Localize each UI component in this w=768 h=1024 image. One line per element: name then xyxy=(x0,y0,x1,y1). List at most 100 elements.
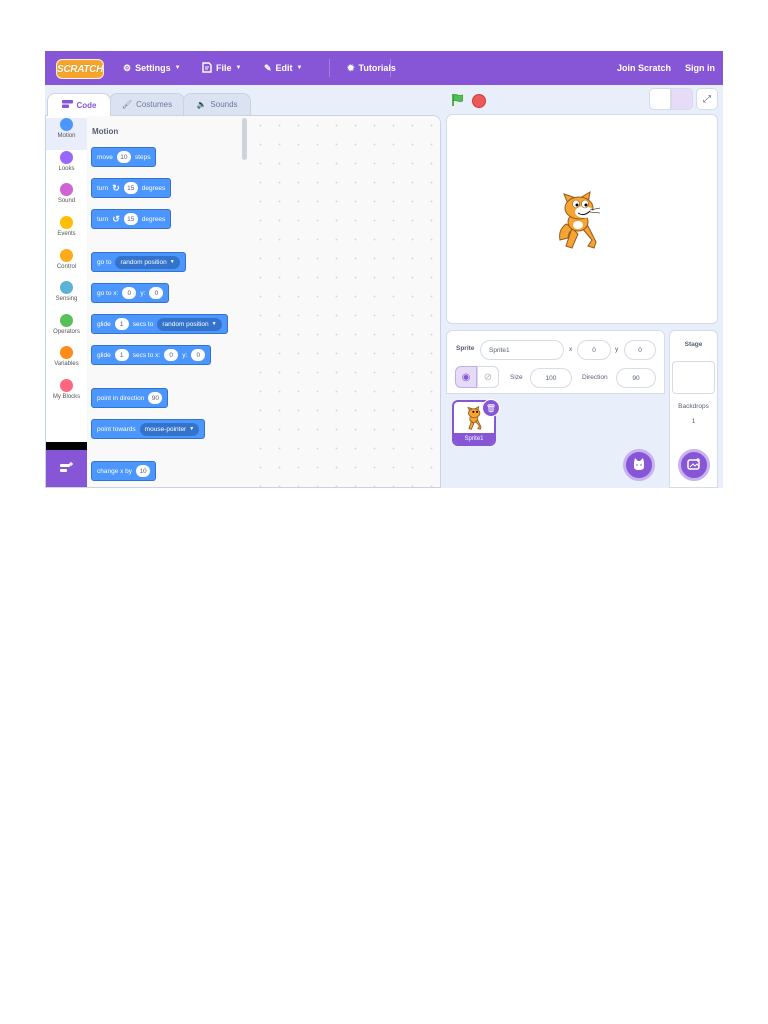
sign-in-link[interactable]: Sign in xyxy=(685,51,715,85)
cat-sprite[interactable] xyxy=(552,188,610,252)
block-text: secs to x: xyxy=(132,351,161,359)
y-input[interactable]: 0 xyxy=(149,287,164,299)
block-glide-to[interactable]: glide 1 secs to random position ▼ xyxy=(91,314,228,334)
sprite-thumbnail-name: Sprite1 xyxy=(454,433,494,444)
tab-code-label: Code xyxy=(76,100,97,110)
dropdown-value: random position xyxy=(120,258,167,266)
cat-add-icon xyxy=(632,457,646,474)
lightbulb-icon: ✹ xyxy=(347,62,355,73)
category-sound[interactable]: Sound xyxy=(46,183,87,215)
block-glide-to-xy[interactable]: glide 1 secs to x: 0 y: 0 xyxy=(91,345,212,365)
degrees-input[interactable]: 15 xyxy=(123,213,138,225)
direction-input[interactable]: 90 xyxy=(148,392,163,404)
backdrop-add-icon xyxy=(687,457,701,473)
choose-backdrop-button[interactable] xyxy=(678,449,710,481)
secs-input[interactable]: 1 xyxy=(114,349,129,361)
palette-scrollbar[interactable] xyxy=(242,118,247,160)
x-label: x xyxy=(569,346,573,353)
category-events[interactable]: Events xyxy=(46,216,87,248)
block-point-towards[interactable]: point towards mouse-pointer ▼ xyxy=(91,419,206,439)
show-sprite-button[interactable]: ◉ xyxy=(455,366,477,388)
join-scratch-link[interactable]: Join Scratch xyxy=(617,51,671,85)
x-input[interactable]: 0 xyxy=(122,287,137,299)
category-label: My Blocks xyxy=(52,394,81,400)
category-looks[interactable]: Looks xyxy=(46,151,87,183)
x-position-input[interactable]: 0 xyxy=(577,340,611,360)
add-extension-button[interactable] xyxy=(46,450,87,487)
file-menu[interactable]: File ▼ xyxy=(202,51,241,85)
glide-target-dropdown[interactable]: random position ▼ xyxy=(157,317,222,331)
brush-icon: 🖌 xyxy=(121,100,133,109)
sprite-name-label: Sprite xyxy=(456,345,475,352)
secs-input[interactable]: 1 xyxy=(114,318,129,330)
stop-button[interactable] xyxy=(472,94,486,108)
backdrops-label: Backdrops xyxy=(678,403,709,410)
stage-backdrop-thumbnail[interactable] xyxy=(672,361,715,394)
category-sensing[interactable]: Sensing xyxy=(46,281,87,313)
large-stage-button[interactable] xyxy=(671,88,693,110)
category-motion[interactable]: Motion xyxy=(46,118,87,150)
x-input[interactable]: 0 xyxy=(164,349,179,361)
steps-input[interactable]: 10 xyxy=(116,151,131,163)
category-label: Control xyxy=(56,264,77,270)
script-area[interactable] xyxy=(251,116,440,487)
sound-dot xyxy=(60,183,73,196)
category-operators[interactable]: Operators xyxy=(46,314,87,346)
block-text: go to x: xyxy=(97,289,119,297)
block-go-to-xy[interactable]: go to x: 0 y: 0 xyxy=(91,283,170,303)
category-label: Operators xyxy=(53,329,80,335)
choose-sprite-button[interactable] xyxy=(623,449,655,481)
sprite-info: Sprite Sprite1 x 0 y 0 ◉ ⊘ Size 100 Dire… xyxy=(446,330,665,394)
y-input[interactable]: 0 xyxy=(191,349,206,361)
tutorials-button[interactable]: ✹ Tutorials xyxy=(347,51,396,85)
palette-heading: Motion xyxy=(92,127,119,136)
block-go-to[interactable]: go to random position ▼ xyxy=(91,252,186,272)
block-text: turn xyxy=(97,184,109,192)
category-my-blocks[interactable]: My Blocks xyxy=(46,379,87,411)
green-flag-icon xyxy=(452,94,463,106)
hide-sprite-button[interactable]: ⊘ xyxy=(477,366,499,388)
block-text: point in direction xyxy=(97,394,145,402)
my-blocks-dot xyxy=(60,379,73,392)
control-dot xyxy=(60,249,73,262)
edit-label: Edit xyxy=(275,63,293,73)
direction-input[interactable]: 90 xyxy=(616,368,656,388)
direction-label: Direction xyxy=(582,374,608,381)
block-turn-right[interactable]: turn ↻ 15 degrees xyxy=(91,178,172,198)
size-label: Size xyxy=(510,374,523,381)
category-menu: Motion Looks Sound Events Control Sensin… xyxy=(46,116,88,487)
block-change-x[interactable]: change x by 10 xyxy=(91,461,157,481)
menu-bar: SCRATCH ⚙ Settings ▼ File ▼ ✎ Edit ▼ ✹ T… xyxy=(45,51,723,85)
block-text: steps xyxy=(134,153,151,161)
settings-menu[interactable]: ⚙ Settings ▼ xyxy=(123,51,181,85)
dropdown-value: random position xyxy=(162,320,209,328)
category-label: Events xyxy=(57,231,76,237)
delete-sprite-button[interactable]: 🗑 xyxy=(482,399,500,417)
menu-divider xyxy=(329,59,330,77)
block-point-in-direction[interactable]: point in direction 90 xyxy=(91,388,169,408)
block-turn-left[interactable]: turn ↺ 15 degrees xyxy=(91,209,172,229)
sprite-name-input[interactable]: Sprite1 xyxy=(480,340,564,360)
tab-code[interactable]: Code xyxy=(47,93,111,116)
change-x-input[interactable]: 10 xyxy=(136,465,151,477)
small-stage-button[interactable] xyxy=(649,88,671,110)
tab-costumes[interactable]: 🖌 Costumes xyxy=(109,93,185,115)
category-variables[interactable]: Variables xyxy=(46,346,87,378)
size-input[interactable]: 100 xyxy=(530,368,572,388)
green-flag-button[interactable] xyxy=(451,93,465,107)
category-control[interactable]: Control xyxy=(46,249,87,281)
pencil-icon: ✎ xyxy=(264,62,272,73)
point-towards-dropdown[interactable]: mouse-pointer ▼ xyxy=(139,422,200,436)
dropdown-value: mouse-pointer xyxy=(144,425,187,433)
tab-sounds[interactable]: 🔈 Sounds xyxy=(183,93,251,115)
block-text: point towards xyxy=(97,425,136,433)
degrees-input[interactable]: 15 xyxy=(123,182,138,194)
y-position-input[interactable]: 0 xyxy=(624,340,656,360)
fullscreen-button[interactable]: ⤢ xyxy=(696,88,718,110)
edit-menu[interactable]: ✎ Edit ▼ xyxy=(264,51,303,85)
block-move-steps[interactable]: move 10 steps xyxy=(91,147,157,167)
goto-target-dropdown[interactable]: random position ▼ xyxy=(115,255,180,269)
scratch-logo[interactable]: SCRATCH xyxy=(56,59,104,79)
stage-canvas[interactable] xyxy=(446,114,718,324)
block-text: y: xyxy=(182,351,188,359)
